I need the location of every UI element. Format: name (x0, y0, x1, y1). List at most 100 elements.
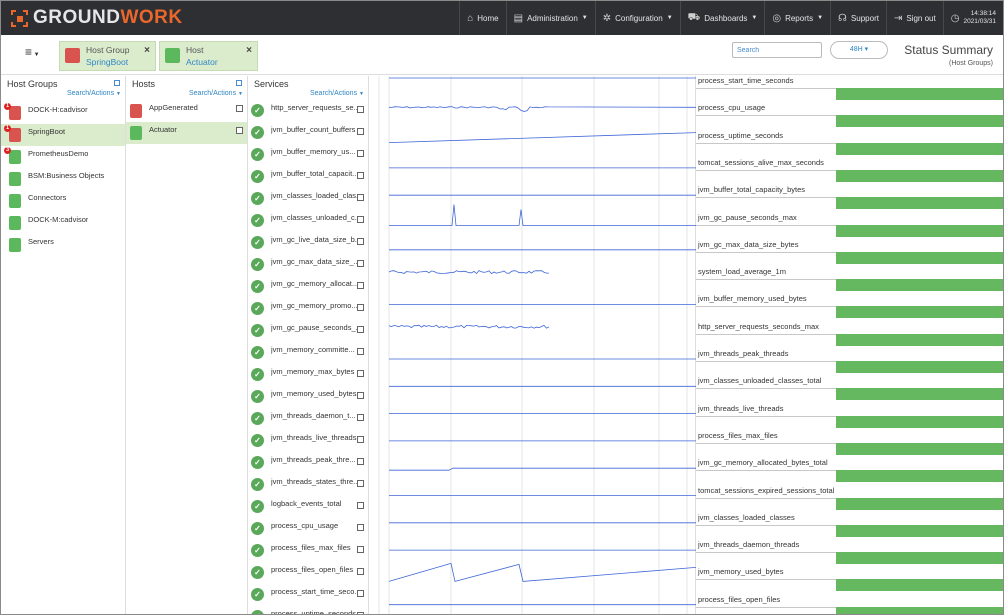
host-group-row[interactable]: BSM:Business Objects (1, 168, 125, 190)
metric-row[interactable]: jvm_gc_max_data_size_bytes (696, 240, 1003, 267)
metric-row[interactable]: jvm_threads_live_threads (696, 404, 1003, 431)
service-checkbox[interactable] (357, 370, 364, 377)
service-checkbox[interactable] (357, 238, 364, 245)
service-row[interactable]: ✓ jvm_memory_committe... (248, 342, 368, 364)
service-checkbox[interactable] (357, 568, 364, 575)
service-checkbox[interactable] (357, 172, 364, 179)
host-group-row[interactable]: 3 PrometheusDemo (1, 146, 125, 168)
hamburger-menu-button[interactable]: ≡ ▼ (25, 45, 40, 59)
services-search-actions[interactable]: Search/Actions ▼ (310, 90, 364, 97)
host-checkbox[interactable] (236, 105, 243, 112)
tab-name[interactable]: Actuator (186, 57, 218, 67)
service-row[interactable]: ✓ process_files_max_files (248, 540, 368, 562)
service-checkbox[interactable] (357, 502, 364, 509)
metric-row[interactable]: process_files_open_files (696, 595, 1003, 614)
service-row[interactable]: ✓ jvm_threads_daemon_t... (248, 408, 368, 430)
service-row[interactable]: ✓ jvm_gc_memory_allocat... (248, 276, 368, 298)
service-checkbox[interactable] (357, 216, 364, 223)
host-group-row[interactable]: Connectors (1, 190, 125, 212)
tab-actuator[interactable]: Host Actuator × (159, 41, 258, 71)
metric-row[interactable]: process_cpu_usage (696, 103, 1003, 130)
nav-reports[interactable]: ◎ Reports ▼ (764, 1, 830, 35)
service-checkbox[interactable] (357, 436, 364, 443)
service-checkbox[interactable] (357, 392, 364, 399)
service-row[interactable]: ✓ jvm_buffer_total_capacit... (248, 166, 368, 188)
service-row[interactable]: ✓ process_start_time_seco... (248, 584, 368, 606)
service-row[interactable]: ✓ jvm_memory_max_bytes (248, 364, 368, 386)
host-row[interactable]: AppGenerated (126, 100, 247, 122)
host-group-row[interactable]: 1 SpringBoot (1, 124, 125, 146)
search-input[interactable] (732, 42, 822, 58)
service-row[interactable]: ✓ jvm_classes_loaded_clas... (248, 188, 368, 210)
nav-signout[interactable]: ⇥ Sign out (885, 1, 943, 35)
host-group-row[interactable]: DOCK-M:cadvisor (1, 212, 125, 234)
nav-dashboards[interactable]: ⛟ Dashboards ▼ (679, 1, 765, 35)
hosts-search-actions[interactable]: Search/Actions ▼ (189, 90, 243, 97)
expand-icon[interactable] (236, 80, 242, 86)
host-checkbox[interactable] (236, 127, 243, 134)
metric-row[interactable]: jvm_memory_used_bytes (696, 567, 1003, 594)
service-row[interactable]: ✓ jvm_gc_pause_seconds_... (248, 320, 368, 342)
service-row[interactable]: ✓ process_uptime_seconds (248, 606, 368, 614)
metric-row[interactable]: process_uptime_seconds (696, 131, 1003, 158)
metric-row[interactable]: jvm_threads_peak_threads (696, 349, 1003, 376)
service-checkbox[interactable] (357, 194, 364, 201)
service-checkbox[interactable] (357, 348, 364, 355)
service-checkbox[interactable] (357, 150, 364, 157)
close-icon[interactable]: × (246, 45, 252, 56)
metric-row[interactable]: jvm_gc_pause_seconds_max (696, 213, 1003, 240)
metric-row[interactable]: http_server_requests_seconds_max (696, 322, 1003, 349)
service-checkbox[interactable] (357, 260, 364, 267)
metric-row[interactable]: jvm_classes_unloaded_classes_total (696, 376, 1003, 403)
nav-home[interactable]: ⌂ Home (459, 1, 505, 35)
tab-springboot[interactable]: Host Group SpringBoot × (59, 41, 156, 71)
service-row[interactable]: ✓ process_files_open_files (248, 562, 368, 584)
metric-row[interactable]: system_load_average_1m (696, 267, 1003, 294)
service-checkbox[interactable] (357, 282, 364, 289)
close-icon[interactable]: × (144, 45, 150, 56)
metric-row[interactable]: jvm_gc_memory_allocated_bytes_total (696, 458, 1003, 485)
host-group-row[interactable]: Servers (1, 234, 125, 256)
metric-row[interactable]: process_start_time_seconds (696, 76, 1003, 103)
service-row[interactable]: ✓ logback_events_total (248, 496, 368, 518)
metric-row[interactable]: jvm_buffer_memory_used_bytes (696, 294, 1003, 321)
service-checkbox[interactable] (357, 304, 364, 311)
host-group-row[interactable]: 1 DOCK-H:cadvisor (1, 102, 125, 124)
service-checkbox[interactable] (357, 106, 364, 113)
time-range-button[interactable]: 48H ▾ (830, 41, 888, 59)
service-checkbox[interactable] (357, 612, 364, 614)
nav-configuration[interactable]: ✲ Configuration ▼ (594, 1, 680, 35)
service-checkbox[interactable] (357, 326, 364, 333)
service-checkbox[interactable] (357, 524, 364, 531)
service-checkbox[interactable] (357, 128, 364, 135)
service-row[interactable]: ✓ process_cpu_usage (248, 518, 368, 540)
host-groups-search-actions[interactable]: Search/Actions ▼ (67, 90, 121, 97)
service-row[interactable]: ✓ jvm_threads_peak_thre... (248, 452, 368, 474)
metric-row[interactable]: tomcat_sessions_expired_sessions_total (696, 486, 1003, 513)
tab-name[interactable]: SpringBoot (86, 57, 128, 67)
service-row[interactable]: ✓ jvm_buffer_memory_us... (248, 144, 368, 166)
service-checkbox[interactable] (357, 480, 364, 487)
service-row[interactable]: ✓ jvm_memory_used_bytes (248, 386, 368, 408)
host-row[interactable]: Actuator (126, 122, 247, 144)
groundwork-logo[interactable]: GROUNDWORK (11, 7, 183, 28)
service-row[interactable]: ✓ jvm_gc_live_data_size_b... (248, 232, 368, 254)
service-row[interactable]: ✓ http_server_requests_se... (248, 100, 368, 122)
service-checkbox[interactable] (357, 590, 364, 597)
service-checkbox[interactable] (357, 458, 364, 465)
metric-row[interactable]: jvm_threads_daemon_threads (696, 540, 1003, 567)
metric-row[interactable]: jvm_classes_loaded_classes (696, 513, 1003, 540)
nav-support[interactable]: ☊ Support (830, 1, 886, 35)
service-row[interactable]: ✓ jvm_threads_states_thre... (248, 474, 368, 496)
metric-row[interactable]: process_files_max_files (696, 431, 1003, 458)
metric-row[interactable]: jvm_buffer_total_capacity_bytes (696, 185, 1003, 212)
service-checkbox[interactable] (357, 414, 364, 421)
service-checkbox[interactable] (357, 546, 364, 553)
expand-icon[interactable] (114, 80, 120, 86)
nav-administration[interactable]: ▤ Administration ▼ (505, 1, 595, 35)
service-row[interactable]: ✓ jvm_gc_max_data_size_... (248, 254, 368, 276)
service-row[interactable]: ✓ jvm_gc_memory_promo... (248, 298, 368, 320)
metric-row[interactable]: tomcat_sessions_alive_max_seconds (696, 158, 1003, 185)
service-row[interactable]: ✓ jvm_buffer_count_buffers (248, 122, 368, 144)
service-row[interactable]: ✓ jvm_threads_live_threads (248, 430, 368, 452)
